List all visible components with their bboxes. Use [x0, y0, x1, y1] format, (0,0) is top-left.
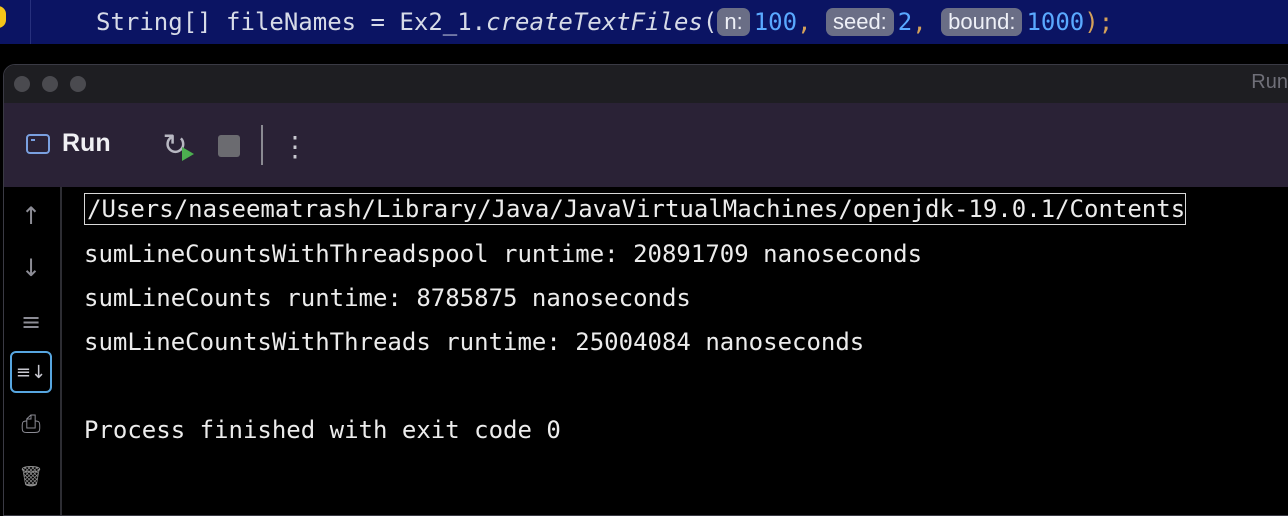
soft-wrap-button[interactable]: ≡: [10, 301, 52, 343]
run-tool-window: Run Run ↻ ⋮ ↑ ↓ ≡ ≡↓ ⎙ 🗑 /Users/naseemat…: [3, 64, 1288, 516]
stop-button[interactable]: [212, 129, 246, 163]
scroll-down-icon: ↓: [20, 254, 42, 282]
console-line: sumLineCountsWithThreads runtime: 250040…: [84, 328, 865, 356]
intention-bulb-icon[interactable]: [0, 6, 6, 28]
scroll-to-end-icon: ≡↓: [15, 361, 47, 383]
console-line-exit: Process finished with exit code 0: [84, 416, 561, 444]
editor-gutter-divider: [30, 0, 31, 44]
close-window-button[interactable]: [14, 76, 30, 92]
param-value-seed: 2: [897, 8, 913, 36]
soft-wrap-icon: ≡: [20, 308, 42, 336]
scroll-down-button[interactable]: ↓: [10, 247, 52, 289]
scroll-to-end-button[interactable]: ≡↓: [10, 351, 52, 393]
open-paren: (: [702, 8, 718, 36]
code-line[interactable]: String[] fileNames = Ex2_1. createTextFil…: [96, 3, 1113, 41]
param-value-bound: 1000: [1026, 8, 1085, 36]
run-toolbar: Run ↻ ⋮: [4, 103, 1288, 187]
console-window-icon: [26, 133, 50, 154]
param-hint-n: n:: [717, 8, 750, 36]
console-line: sumLineCounts runtime: 8785875 nanosecon…: [84, 284, 691, 312]
scroll-up-button[interactable]: ↑: [10, 195, 52, 237]
rerun-icon: ↻: [162, 128, 194, 163]
editor-area[interactable]: String[] fileNames = Ex2_1. createTextFil…: [0, 0, 1288, 44]
scroll-up-icon: ↑: [20, 202, 42, 230]
stop-icon: [218, 135, 240, 157]
print-button[interactable]: ⎙: [10, 403, 52, 445]
trash-icon: 🗑: [18, 464, 44, 488]
zoom-window-button[interactable]: [70, 76, 86, 92]
param-hint-bound: bound:: [941, 8, 1023, 36]
more-vertical-icon: ⋮: [281, 129, 309, 163]
more-options-button[interactable]: ⋮: [278, 129, 312, 163]
window-titlebar[interactable]: Run: [4, 65, 1288, 103]
tab-run[interactable]: Run: [26, 129, 111, 158]
minimize-window-button[interactable]: [42, 76, 58, 92]
toolbar-divider: [261, 125, 263, 165]
param-separator: ,: [797, 8, 826, 36]
method-name: createTextFiles: [486, 8, 703, 36]
param-hint-seed: seed:: [825, 8, 894, 36]
console-output[interactable]: /Users/naseematrash/Library/Java/JavaVir…: [84, 187, 1288, 515]
param-separator: ,: [912, 8, 942, 36]
code-prefix: String[] fileNames = Ex2_1.: [96, 8, 487, 36]
console-actions-gutter: ↑ ↓ ≡ ≡↓ ⎙ 🗑: [4, 187, 62, 515]
clear-console-button[interactable]: 🗑: [10, 455, 52, 497]
window-title: Run: [1251, 71, 1288, 93]
statement-end: );: [1084, 8, 1114, 36]
rerun-button[interactable]: ↻: [158, 128, 194, 163]
run-tab-label: Run: [62, 129, 111, 157]
print-icon: ⎙: [21, 410, 41, 438]
param-value-n: 100: [753, 8, 798, 36]
console-line-command[interactable]: /Users/naseematrash/Library/Java/JavaVir…: [84, 193, 1187, 225]
console-line: sumLineCountsWithThreadspool runtime: 20…: [84, 240, 923, 268]
